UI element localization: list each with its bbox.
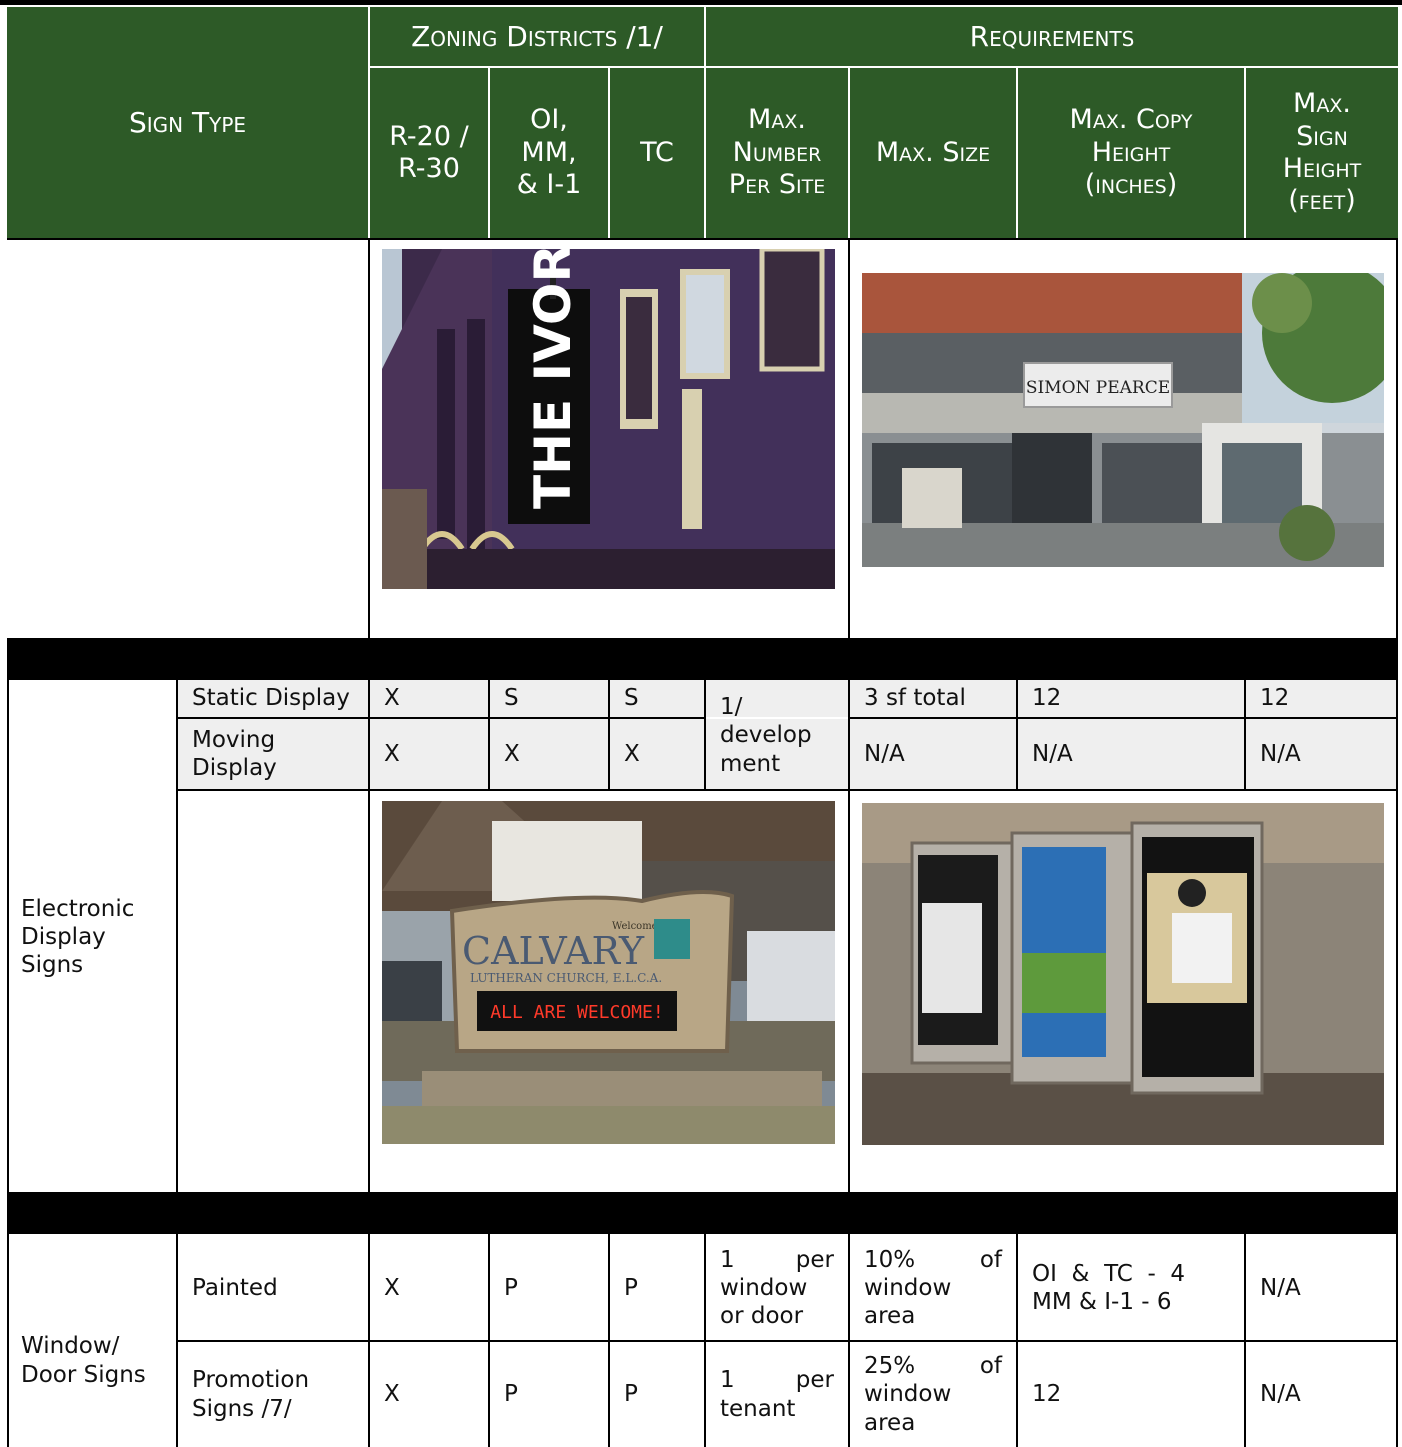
header-requirements: Requirements [969,19,1135,53]
header-sign-type: Sign Type [128,105,247,139]
static-display-sign-height: 12 [1260,685,1290,712]
ivory-projecting-sign-photo: THE IVORY [382,249,835,589]
promotion-tc: P [624,1381,638,1408]
promotion-max-number: 1 per tenant [720,1367,834,1422]
electronic-max-number: 1/ develop ment [720,694,812,777]
calvary-sub-text: LUTHERAN CHURCH, E.L.C.A. [470,971,662,985]
header-col-max-size: Max. Size [875,136,991,168]
ivory-sign-text: THE IVORY [524,249,582,509]
moving-display-tc: X [624,740,640,767]
calvary-name-text: CALVARY [462,929,645,973]
digital-display-kiosk-photo [862,803,1384,1145]
moving-display-type: Moving Display [192,726,277,781]
header-col-tc: TC [640,136,674,168]
header-col-max-number: Max. Number Per Site [728,104,826,201]
calvary-church-led-sign-photo: Welcome to CALVARY LUTHERAN CHURCH, E.L.… [382,801,835,1144]
simon-pearce-wall-sign-photo: SIMON PEARCE [862,273,1384,567]
section-divider-band [7,638,1398,680]
promotion-oi: P [504,1381,518,1408]
promotion-sign-height: N/A [1260,1381,1301,1408]
moving-display-size: N/A [864,740,905,767]
window-door-signs-category: Window/ Door Signs [21,1333,146,1388]
promotion-max-size: 25% of window area [864,1353,1002,1436]
painted-oi: P [504,1274,518,1301]
moving-display-oi: X [504,740,520,767]
simon-pearce-sign-text: SIMON PEARCE [1026,378,1170,398]
moving-display-copy-height: N/A [1032,740,1073,767]
static-display-type: Static Display [192,685,350,712]
static-display-copy-height: 12 [1032,685,1062,712]
top-border [0,0,1402,5]
electronic-display-signs-category: Electronic Display Signs [21,895,135,979]
header-col-oi-mm-i1: OI, MM, & I-1 [516,104,582,201]
painted-copy-height: OI & TC - 4 MM & I-1 - 6 [1032,1260,1186,1315]
promotion-copy-height: 12 [1032,1381,1062,1408]
promotion-type: Promotion Signs /7/ [192,1367,310,1422]
static-display-tc: S [624,685,639,712]
header-zoning-districts: Zoning Districts /1/ [411,19,663,53]
painted-max-number: 1 per window or door [720,1246,834,1330]
header-col-max-copy-height: Max. Copy Height (inches) [1069,104,1193,201]
moving-display-r20: X [384,740,400,767]
painted-max-size: 10% of window area [864,1246,1002,1330]
painted-type: Painted [192,1274,278,1301]
calvary-led-text: ALL ARE WELCOME! [490,1002,663,1023]
moving-display-sign-height: N/A [1260,740,1301,767]
painted-r20: X [384,1274,400,1301]
static-display-r20: X [384,685,400,712]
header-col-r20-r30: R-20 /R-30 [389,120,469,184]
header-col-max-sign-height: Max. Sign Height (feet) [1282,88,1362,217]
promotion-r20: X [384,1381,400,1408]
static-display-size: 3 sf total [864,685,966,712]
painted-tc: P [624,1274,638,1301]
static-display-oi: S [504,685,519,712]
section-divider-band [7,1194,1398,1234]
painted-sign-height: N/A [1260,1274,1301,1301]
